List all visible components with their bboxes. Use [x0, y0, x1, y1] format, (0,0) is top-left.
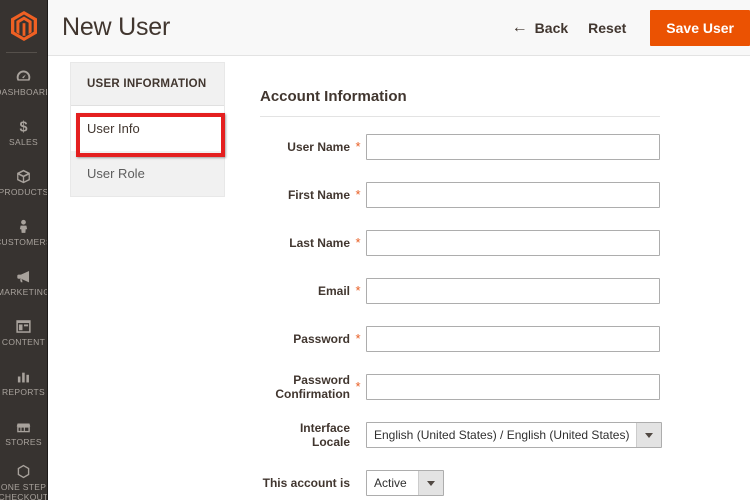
admin-screen: DASHBOARD $ SALES PRODUCTS CUSTOMERS [0, 0, 750, 500]
first-name-label: First Name [287, 188, 350, 202]
password-label: Password [293, 332, 350, 346]
back-button[interactable]: ← Back [502, 14, 578, 42]
sidebar-item-marketing[interactable]: MARKETING [0, 257, 47, 307]
sidebar-item-sales[interactable]: $ SALES [0, 107, 47, 157]
required-marker: * [355, 187, 361, 202]
form-row-last-name: Last Name * [260, 225, 660, 261]
sidebar-item-products[interactable]: PRODUCTS [0, 157, 47, 207]
sidebar-item-label: CUSTOMERS [0, 236, 47, 247]
reset-button-label: Reset [588, 19, 627, 36]
svg-text:$: $ [19, 119, 27, 134]
person-icon [15, 218, 32, 235]
email-field[interactable] [366, 278, 660, 304]
interface-locale-label: Interface Locale [299, 421, 350, 449]
required-marker: * [355, 331, 361, 346]
sidebar-item-one-step-checkout[interactable]: ONE STEP CHECKOUT [0, 457, 47, 500]
sidebar-item-label: REPORTS [1, 386, 46, 397]
form-row-user-name: User Name * [260, 129, 660, 165]
required-marker-placeholder: * [350, 476, 366, 490]
bar-chart-icon [15, 368, 32, 385]
user-name-field[interactable] [366, 134, 660, 160]
password-confirmation-field[interactable] [366, 374, 660, 400]
required-marker-placeholder: * [350, 428, 366, 442]
header-actions: ← Back Reset Save User [502, 0, 750, 55]
form-row-first-name: First Name * [260, 177, 660, 213]
tab-user-role[interactable]: User Role [71, 151, 224, 196]
page-content: USER INFORMATION User Info User Role Acc… [48, 56, 750, 500]
form-row-password-confirmation: Password Confirmation * [260, 369, 660, 405]
last-name-label: Last Name [289, 236, 350, 250]
main-sidebar: DASHBOARD $ SALES PRODUCTS CUSTOMERS [0, 0, 48, 500]
magento-logo-icon [10, 11, 37, 41]
page-header: New User ← Back Reset Save User [48, 0, 750, 56]
user-name-label: User Name [287, 140, 350, 154]
form-row-interface-locale: Interface Locale * English (United State… [260, 417, 663, 453]
tab-user-info[interactable]: User Info [71, 106, 224, 151]
chevron-down-icon [636, 423, 662, 447]
page-title: New User [62, 13, 171, 41]
sidebar-item-label: STORES [5, 436, 42, 447]
box-icon [15, 168, 32, 185]
back-button-label: Back [534, 19, 569, 36]
section-title: Account Information [260, 56, 660, 117]
tab-user-info-label: User Info [87, 121, 140, 136]
hexagon-icon [15, 463, 32, 480]
sidebar-item-customers[interactable]: CUSTOMERS [0, 207, 47, 257]
password-field[interactable] [366, 326, 660, 352]
sidebar-item-stores[interactable]: STORES [0, 407, 47, 457]
sidebar-item-reports[interactable]: REPORTS [0, 357, 47, 407]
required-marker: * [355, 379, 361, 394]
user-information-tab-panel: USER INFORMATION User Info User Role [70, 62, 225, 197]
megaphone-icon [15, 268, 32, 285]
sidebar-nav-list: DASHBOARD $ SALES PRODUCTS CUSTOMERS [0, 53, 47, 500]
tab-user-role-label: User Role [87, 166, 145, 181]
form-row-password: Password * [260, 321, 660, 357]
account-information-form: Account Information User Name * First Na… [260, 56, 663, 500]
arrow-left-icon: ← [511, 18, 528, 36]
dollar-icon: $ [15, 118, 32, 134]
sidebar-item-label: ONE STEP CHECKOUT [0, 481, 48, 500]
tab-panel-title: USER INFORMATION [71, 63, 224, 106]
sidebar-item-label: PRODUCTS [0, 186, 48, 197]
required-marker: * [355, 283, 361, 298]
form-row-email: Email * [260, 273, 660, 309]
dashboard-icon [15, 68, 32, 85]
sidebar-item-label: CONTENT [1, 336, 46, 347]
required-marker: * [355, 139, 361, 154]
sidebar-item-dashboard[interactable]: DASHBOARD [0, 57, 47, 107]
magento-logo[interactable] [0, 0, 47, 52]
save-user-button[interactable]: Save User [650, 9, 750, 46]
interface-locale-value: English (United States) / English (Unite… [374, 428, 630, 442]
required-marker: * [355, 235, 361, 250]
sidebar-item-content[interactable]: CONTENT [0, 307, 47, 357]
account-status-select[interactable]: Active [366, 470, 444, 496]
first-name-field[interactable] [366, 182, 660, 208]
sidebar-item-label: SALES [9, 136, 38, 147]
layout-icon [15, 318, 32, 335]
account-status-label: This account is [262, 476, 350, 490]
last-name-field[interactable] [366, 230, 660, 256]
email-label: Email [317, 284, 350, 298]
account-status-value: Active [374, 476, 407, 490]
interface-locale-select[interactable]: English (United States) / English (Unite… [366, 422, 663, 448]
sidebar-item-label: MARKETING [0, 286, 48, 297]
form-row-account-status: This account is * Active [260, 465, 660, 500]
password-confirmation-label: Password Confirmation [275, 373, 350, 401]
sidebar-item-label: DASHBOARD [0, 86, 47, 97]
storefront-icon [15, 418, 32, 435]
reset-button[interactable]: Reset [578, 14, 636, 42]
chevron-down-icon [418, 471, 443, 495]
